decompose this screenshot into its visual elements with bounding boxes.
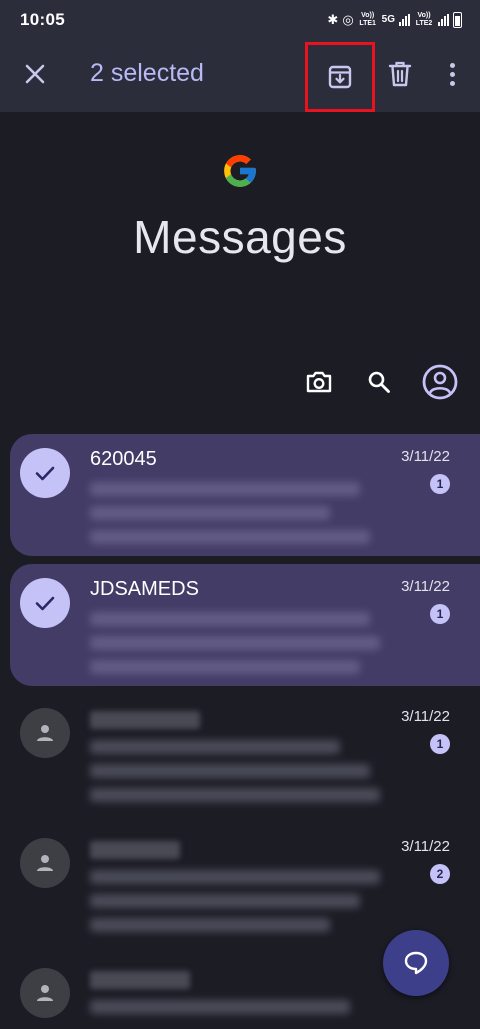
message-preview-redacted	[90, 612, 370, 626]
conversation-name-redacted	[90, 971, 190, 989]
message-preview-redacted	[90, 482, 360, 496]
contact-avatar[interactable]	[20, 708, 70, 758]
unread-badge: 1	[430, 474, 450, 494]
conversation-date: 3/11/22	[401, 578, 450, 595]
5g-icon: 5G	[381, 14, 395, 25]
app-title: Messages	[133, 211, 347, 263]
message-preview-redacted	[90, 764, 370, 778]
volte-lte2-icon: Vo)) LTE2	[415, 12, 433, 27]
conversation-name: JDSAMEDS	[90, 578, 199, 600]
archive-button[interactable]	[305, 42, 375, 112]
start-chat-button[interactable]	[383, 930, 449, 996]
selected-check-avatar[interactable]	[20, 578, 70, 628]
signal-icon	[438, 14, 449, 26]
message-preview-redacted	[90, 660, 360, 674]
bluetooth-icon: ✱	[327, 12, 339, 27]
signal-icon	[399, 14, 410, 26]
conversation-name: 620045	[90, 448, 157, 470]
search-button[interactable]	[361, 364, 397, 400]
message-preview-redacted	[90, 636, 380, 650]
conversation-row[interactable]: 3/11/22 1	[10, 694, 480, 816]
conversation-name-redacted	[90, 711, 200, 729]
message-preview-redacted	[90, 506, 330, 520]
conversation-date: 3/11/22	[401, 448, 450, 465]
conversation-date: 3/11/22	[401, 708, 450, 725]
selection-action-bar: 2 selected	[0, 40, 480, 112]
close-selection-button[interactable]	[17, 56, 53, 92]
message-preview-redacted	[90, 740, 340, 754]
contact-avatar[interactable]	[20, 838, 70, 888]
conversation-row[interactable]: 3/11/22 2	[10, 824, 480, 946]
check-icon	[35, 596, 55, 611]
status-icons: ✱ ◎ Vo)) LTE1 5G Vo)) LTE2	[327, 12, 462, 28]
unread-badge: 1	[430, 734, 450, 754]
status-time: 10:05	[20, 10, 65, 29]
more-options-button[interactable]	[440, 56, 464, 92]
unread-badge: 1	[430, 604, 450, 624]
google-g-logo	[224, 155, 256, 187]
message-preview-redacted	[90, 788, 380, 802]
person-icon	[37, 725, 53, 741]
conversation-row[interactable]: 620045 3/11/22 1	[10, 434, 480, 556]
volte-lte1-icon: Vo)) LTE1	[359, 12, 376, 27]
hotspot-icon: ◎	[342, 12, 354, 27]
camera-icon	[306, 371, 332, 393]
message-preview-redacted	[90, 530, 370, 544]
more-vert-icon	[449, 62, 455, 68]
search-icon	[368, 371, 390, 393]
close-icon	[25, 64, 45, 84]
delete-icon	[388, 61, 412, 87]
account-icon	[422, 364, 458, 400]
conversation-row[interactable]: JDSAMEDS 3/11/22 1	[10, 564, 480, 686]
battery-icon	[453, 12, 462, 28]
person-icon	[37, 985, 53, 1001]
conversation-name-redacted	[90, 841, 180, 859]
delete-button[interactable]	[384, 56, 416, 92]
message-preview-redacted	[90, 870, 380, 884]
account-button[interactable]	[419, 361, 461, 403]
message-preview-redacted	[90, 918, 330, 932]
check-icon	[35, 466, 55, 481]
camera-button[interactable]	[301, 364, 337, 400]
message-preview-redacted	[90, 894, 360, 908]
conversation-date: 3/11/22	[401, 838, 450, 855]
unread-badge: 2	[430, 864, 450, 884]
selection-count: 2 selected	[90, 59, 204, 87]
message-preview-redacted	[90, 1000, 350, 1014]
archive-icon	[328, 65, 352, 89]
contact-avatar[interactable]	[20, 968, 70, 1018]
status-bar: 10:05 ✱ ◎ Vo)) LTE1 5G Vo)) LTE2	[0, 0, 480, 40]
start-chat-icon	[404, 951, 428, 975]
selected-check-avatar[interactable]	[20, 448, 70, 498]
person-icon	[37, 855, 53, 871]
